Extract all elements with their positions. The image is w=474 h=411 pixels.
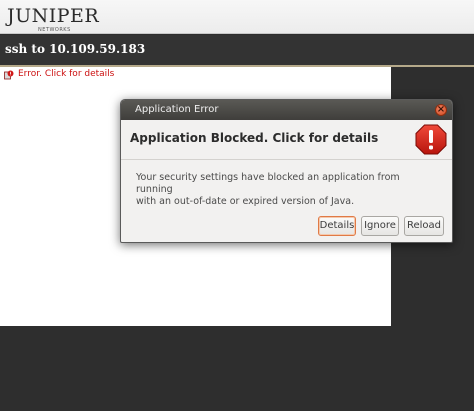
dialog-title: Application Error xyxy=(135,104,219,115)
error-puzzle-icon xyxy=(4,70,14,80)
dialog-message: Your security settings have blocked an a… xyxy=(136,172,436,208)
session-title: ssh to 10.109.59.183 xyxy=(5,42,146,56)
close-button[interactable]: × xyxy=(435,104,447,116)
dialog-titlebar[interactable]: Application Error × xyxy=(121,100,452,120)
close-icon: × xyxy=(436,104,446,115)
juniper-logo-subtitle: NETWORKS xyxy=(38,27,71,33)
session-title-bar: ssh to 10.109.59.183 xyxy=(0,35,474,65)
dialog-divider xyxy=(121,159,452,160)
details-button[interactable]: Details xyxy=(318,216,356,236)
logo-bar: JUNIPER NETWORKS xyxy=(0,0,474,34)
ignore-button[interactable]: Ignore xyxy=(361,216,399,236)
warning-stop-icon xyxy=(415,124,447,155)
dialog-heading[interactable]: Application Blocked. Click for details xyxy=(130,131,378,145)
application-error-dialog: Application Error × Application Blocked.… xyxy=(120,99,453,243)
dialog-message-line-2: with an out-of-date or expired version o… xyxy=(136,196,355,207)
dialog-message-line-1: Your security settings have blocked an a… xyxy=(136,172,400,195)
screen: JUNIPER NETWORKS ssh to 10.109.59.183 Er… xyxy=(0,0,474,411)
error-message[interactable]: Error. Click for details xyxy=(18,69,114,79)
reload-button[interactable]: Reload xyxy=(404,216,444,236)
juniper-logo: JUNIPER xyxy=(7,5,100,27)
